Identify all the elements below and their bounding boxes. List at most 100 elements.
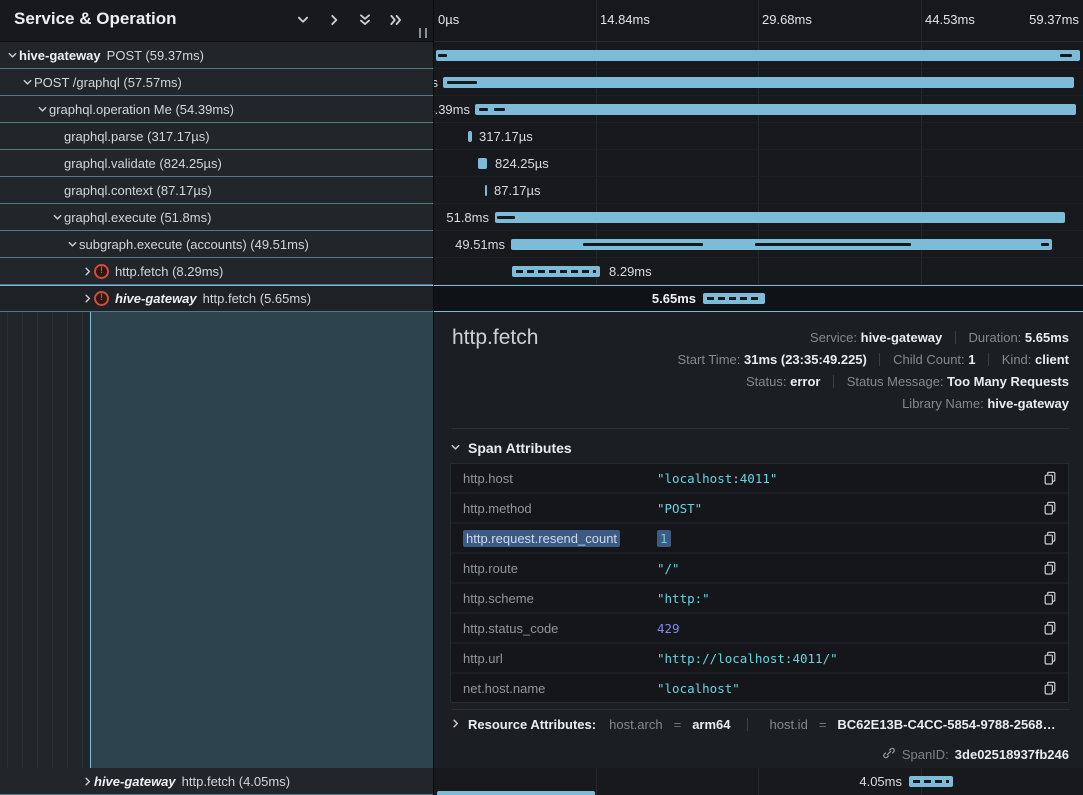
copy-icon[interactable] (1042, 560, 1058, 576)
expand-one-icon[interactable] (327, 13, 341, 27)
start-time-value: 31ms (23:35:49.225) (744, 352, 867, 367)
span-attributes-header[interactable]: Span Attributes (450, 440, 572, 456)
chevron-down-icon[interactable] (5, 50, 19, 61)
tree-row-validate[interactable]: graphql.validate (824.25µs) (0, 150, 434, 177)
operation-name: graphql.context (87.17µs) (64, 183, 212, 198)
resize-handle-icon[interactable] (419, 28, 427, 38)
span-duration-label: 8.29ms (609, 264, 652, 279)
attribute-key: net.host.name (463, 681, 545, 696)
span-bar-execute[interactable] (495, 212, 1065, 223)
tree-row-root[interactable]: hive-gateway POST (59.37ms) (0, 42, 434, 69)
attribute-key: http.scheme (463, 591, 534, 606)
attribute-row[interactable]: http.status_code 429 (451, 614, 1068, 642)
tree-row-http-fetch-1[interactable]: http.fetch (8.29ms) (0, 258, 434, 285)
kind-label: Kind: (1002, 352, 1032, 367)
link-icon[interactable] (882, 746, 896, 763)
span-bar-operation[interactable] (475, 104, 1076, 115)
operation-name: http.fetch (4.05ms) (182, 774, 290, 789)
start-time-label: Start Time: (678, 352, 741, 367)
meta-line-2: Start Time: 31ms (23:35:49.225) Child Co… (678, 349, 1069, 371)
copy-icon[interactable] (1042, 470, 1058, 486)
meta-line-1: Service: hive-gateway Duration: 5.65ms (678, 327, 1069, 349)
operation-name: http.fetch (8.29ms) (115, 264, 223, 279)
selected-span-expanded-area (90, 312, 433, 768)
attribute-row[interactable]: http.scheme "http:" (451, 584, 1068, 612)
span-bar-context[interactable] (485, 185, 487, 196)
resource-attributes-title: Resource Attributes: (468, 717, 596, 732)
operation-name: graphql.parse (317.17µs) (64, 129, 210, 144)
span-bar-partial[interactable] (437, 791, 595, 795)
chevron-right-icon[interactable] (80, 776, 94, 787)
span-tree: hive-gateway POST (59.37ms) POST /graphq… (0, 42, 434, 795)
child-count-label: Child Count: (893, 352, 965, 367)
span-detail-panel: http.fetch Service: hive-gateway Duratio… (434, 311, 1083, 768)
copy-icon[interactable] (1042, 620, 1058, 636)
chevron-down-icon[interactable] (20, 77, 34, 88)
span-id-footer: SpanID: 3de02518937fb246 (882, 746, 1069, 763)
child-count-value: 1 (968, 352, 975, 367)
status-value: error (790, 374, 820, 389)
attribute-row[interactable]: http.url "http://localhost:4011/" (451, 644, 1068, 672)
span-duration-label: 5.65ms (652, 291, 696, 306)
copy-icon[interactable] (1042, 650, 1058, 666)
tree-row-parse[interactable]: graphql.parse (317.17µs) (0, 123, 434, 150)
span-bar-http-fetch-1[interactable] (512, 266, 600, 277)
ruler-tick: 14.84ms (600, 12, 650, 27)
chevron-down-icon[interactable] (65, 239, 79, 250)
chevron-right-icon[interactable] (80, 266, 94, 277)
collapse-all-icon[interactable] (358, 13, 372, 27)
span-duration-label: 87.17µs (494, 183, 541, 198)
attribute-row-selected[interactable]: http.request.resend_count 1 (451, 524, 1068, 552)
duration-value: 5.65ms (1025, 330, 1069, 345)
tree-row-operation-me[interactable]: graphql.operation Me (54.39ms) (0, 96, 434, 123)
resource-attributes-row[interactable]: Resource Attributes: host.arch = arm64 h… (450, 717, 1069, 732)
divider (452, 709, 1069, 710)
attribute-key: http.method (463, 501, 532, 516)
span-bar-parse[interactable] (468, 131, 472, 142)
tree-row-http-fetch-2-selected[interactable]: hive-gateway http.fetch (5.65ms) (0, 285, 434, 312)
span-duration-label: 51.8ms (446, 210, 489, 225)
ruler-tick: 29.68ms (762, 12, 812, 27)
tree-row-execute[interactable]: graphql.execute (51.8ms) (0, 204, 434, 231)
service-value: hive-gateway (861, 330, 943, 345)
span-duration-label: 54.39ms (434, 102, 470, 117)
attribute-row[interactable]: net.host.name "localhost" (451, 674, 1068, 702)
resource-attr-key: host.id (770, 717, 808, 732)
error-status-icon (94, 291, 109, 306)
attribute-row[interactable]: http.route "/" (451, 554, 1068, 582)
copy-icon[interactable] (1042, 500, 1058, 516)
attribute-row[interactable]: http.host "localhost:4011" (451, 464, 1068, 492)
service-name: hive-gateway (19, 48, 101, 63)
attribute-row[interactable]: http.method "POST" (451, 494, 1068, 522)
collapse-one-icon[interactable] (296, 13, 310, 27)
tree-row-http-fetch-3[interactable]: hive-gateway http.fetch (4.05ms) (0, 768, 434, 795)
copy-icon[interactable] (1042, 590, 1058, 606)
chevron-down-icon[interactable] (35, 104, 49, 115)
span-bar-validate[interactable] (478, 158, 487, 169)
expand-all-icon[interactable] (389, 13, 403, 27)
span-bar-subgraph[interactable] (511, 239, 1052, 250)
span-duration-label: 57.57ms (434, 75, 438, 90)
tree-row-subgraph[interactable]: subgraph.execute (accounts) (49.51ms) (0, 231, 434, 258)
resource-attr-value: arm64 (692, 717, 730, 732)
tree-row-context[interactable]: graphql.context (87.17µs) (0, 177, 434, 204)
span-meta: Service: hive-gateway Duration: 5.65ms S… (678, 327, 1069, 415)
resource-attr-value: BC62E13B-C4CC-5854-9788-2568… (837, 717, 1055, 732)
span-title: http.fetch (452, 326, 538, 350)
status-message-value: Too Many Requests (947, 374, 1069, 389)
tree-row-post-graphql[interactable]: POST /graphql (57.57ms) (0, 69, 434, 96)
span-bar-post-graphql[interactable] (443, 77, 1074, 88)
attribute-value: "POST" (657, 501, 702, 516)
attribute-value: 1 (657, 530, 671, 547)
operation-name: graphql.validate (824.25µs) (64, 156, 222, 171)
span-bar-http-fetch-3[interactable] (909, 776, 953, 787)
chevron-right-icon[interactable] (80, 293, 94, 304)
attribute-value: 429 (657, 621, 680, 636)
chevron-down-icon[interactable] (50, 212, 64, 223)
copy-icon[interactable] (1042, 680, 1058, 696)
span-bar-http-fetch-2[interactable] (703, 293, 765, 304)
attribute-key: http.request.resend_count (463, 530, 620, 547)
ruler-tick: 44.53ms (925, 12, 975, 27)
span-bar-root[interactable] (436, 50, 1080, 61)
copy-icon[interactable] (1042, 530, 1058, 546)
